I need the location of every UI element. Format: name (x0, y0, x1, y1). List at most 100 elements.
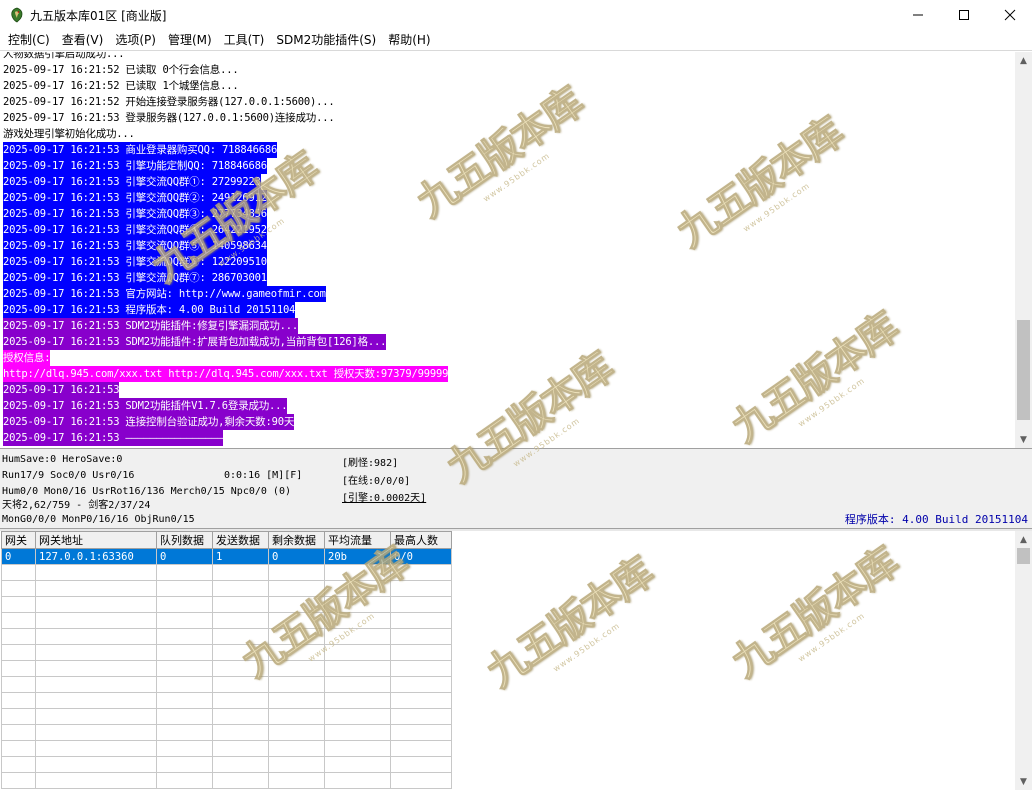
empty-table-cell (390, 756, 452, 773)
log-line: 2025-09-17 16:21:52 开始连接登录服务器(127.0.0.1:… (3, 96, 335, 108)
empty-table-row[interactable] (1, 676, 452, 693)
empty-table-cell (324, 756, 391, 773)
menu-manage[interactable]: 管理(M) (162, 30, 218, 50)
empty-table-cell (1, 740, 36, 757)
empty-table-cell (324, 772, 391, 789)
gateway-table: 网关 网关地址 队列数据 发送数据 剩余数据 平均流量 最高人数 0 127.0.… (1, 531, 452, 789)
empty-table-cell (268, 596, 325, 613)
empty-table-row[interactable] (1, 772, 452, 789)
scroll-down-arrow-icon[interactable]: ▼ (1015, 431, 1032, 448)
empty-table-row[interactable] (1, 612, 452, 629)
empty-table-cell (1, 628, 36, 645)
empty-table-cell (268, 756, 325, 773)
table-row[interactable]: 0 127.0.0.1:63360 0 1 0 20b 0/0 (1, 548, 452, 565)
empty-table-cell (324, 644, 391, 661)
log-panel[interactable]: 人物数据引擎启动成功... 2025-09-17 16:21:52 已读取 0个行… (0, 52, 1015, 448)
column-header-remaining[interactable]: 剩余数据 (268, 531, 325, 549)
grid-scroll-up-arrow-icon[interactable]: ▲ (1015, 531, 1032, 548)
status-hero: 天将2,62/759 - 剑客2/37/24 (2, 500, 151, 511)
scroll-up-arrow-icon[interactable]: ▲ (1015, 52, 1032, 69)
empty-table-row[interactable] (1, 708, 452, 725)
empty-table-cell (212, 724, 269, 741)
empty-table-cell (35, 644, 157, 661)
log-scrollbar[interactable]: ▲ ▼ (1015, 52, 1032, 448)
empty-table-cell (212, 580, 269, 597)
empty-table-row[interactable] (1, 596, 452, 613)
empty-table-row[interactable] (1, 644, 452, 661)
dragon-app-icon (11, 7, 23, 23)
menu-options[interactable]: 选项(P) (109, 30, 162, 50)
empty-table-cell (324, 660, 391, 677)
minimize-icon (913, 14, 923, 16)
empty-table-row[interactable] (1, 580, 452, 597)
empty-table-cell (212, 692, 269, 709)
menu-help[interactable]: 帮助(H) (382, 30, 436, 50)
empty-table-cell (156, 724, 213, 741)
column-header-avg-traffic[interactable]: 平均流量 (324, 531, 391, 549)
log-line: 2025-09-17 16:21:53 连接控制台验证成功,剩余天数:90天 (3, 414, 295, 430)
column-header-gateway[interactable]: 网关 (1, 531, 36, 549)
empty-table-cell (35, 660, 157, 677)
empty-table-cell (35, 708, 157, 725)
log-line: 人物数据引擎启动成功... (3, 52, 125, 60)
empty-table-cell (390, 676, 452, 693)
empty-table-cell (35, 628, 157, 645)
column-header-queue[interactable]: 队列数据 (156, 531, 213, 549)
empty-table-cell (212, 612, 269, 629)
empty-table-cell (324, 580, 391, 597)
status-hum: Hum0/0 Mon0/16 UsrRot16/136 Merch0/15 Np… (2, 486, 291, 497)
close-icon (1004, 9, 1016, 21)
empty-table-cell (324, 676, 391, 693)
column-header-sent[interactable]: 发送数据 (212, 531, 269, 549)
empty-table-cell (156, 596, 213, 613)
status-engine[interactable]: [引擎:0.0002天] (342, 492, 426, 506)
empty-table-cell (156, 692, 213, 709)
column-header-address[interactable]: 网关地址 (35, 531, 157, 549)
empty-table-cell (390, 772, 452, 789)
empty-table-cell (268, 660, 325, 677)
grid-scrollbar-thumb[interactable] (1017, 548, 1030, 564)
empty-table-cell (212, 644, 269, 661)
log-line: 2025-09-17 16:21:53 程序版本: 4.00 Build 201… (3, 302, 296, 318)
empty-table-cell (156, 772, 213, 789)
empty-table-row[interactable] (1, 660, 452, 677)
menu-sdm2-plugin[interactable]: SDM2功能插件(S) (270, 30, 382, 50)
grid-scrollbar[interactable]: ▲ ▼ (1015, 531, 1032, 790)
empty-table-cell (156, 756, 213, 773)
empty-table-cell (1, 692, 36, 709)
empty-table-cell (212, 772, 269, 789)
empty-table-row[interactable] (1, 756, 452, 773)
empty-table-cell (268, 708, 325, 725)
maximize-button[interactable] (941, 0, 987, 30)
minimize-button[interactable] (895, 0, 941, 30)
menu-tools[interactable]: 工具(T) (218, 30, 271, 50)
log-scrollbar-thumb[interactable] (1017, 320, 1030, 420)
empty-table-cell (35, 596, 157, 613)
empty-table-cell (1, 644, 36, 661)
empty-table-cell (156, 580, 213, 597)
log-line: 授权信息: (3, 350, 51, 366)
window-title: 九五版本库01区 [商业版] (30, 9, 167, 23)
status-run: Run17/9 Soc0/0 Usr0/16 (2, 470, 135, 481)
empty-table-cell (1, 756, 36, 773)
grid-scroll-down-arrow-icon[interactable]: ▼ (1015, 773, 1032, 790)
empty-table-cell (390, 708, 452, 725)
log-line: 2025-09-17 16:21:53 登录服务器(127.0.0.1:5600… (3, 112, 335, 124)
empty-table-cell (390, 612, 452, 629)
empty-table-row[interactable] (1, 724, 452, 741)
close-button[interactable] (987, 0, 1032, 30)
column-header-max-users[interactable]: 最高人数 (390, 531, 452, 549)
empty-table-cell (1, 676, 36, 693)
empty-table-cell (268, 724, 325, 741)
empty-table-cell (1, 580, 36, 597)
menu-control[interactable]: 控制(C) (2, 30, 56, 50)
empty-table-row[interactable] (1, 628, 452, 645)
empty-table-cell (35, 564, 157, 581)
empty-table-row[interactable] (1, 564, 452, 581)
menu-view[interactable]: 查看(V) (56, 30, 110, 50)
empty-table-row[interactable] (1, 740, 452, 757)
empty-table-row[interactable] (1, 692, 452, 709)
empty-table-cell (156, 612, 213, 629)
log-line: 2025-09-17 16:21:53 引擎交流QQ群①: 27299223 (3, 174, 261, 190)
empty-table-cell (324, 724, 391, 741)
